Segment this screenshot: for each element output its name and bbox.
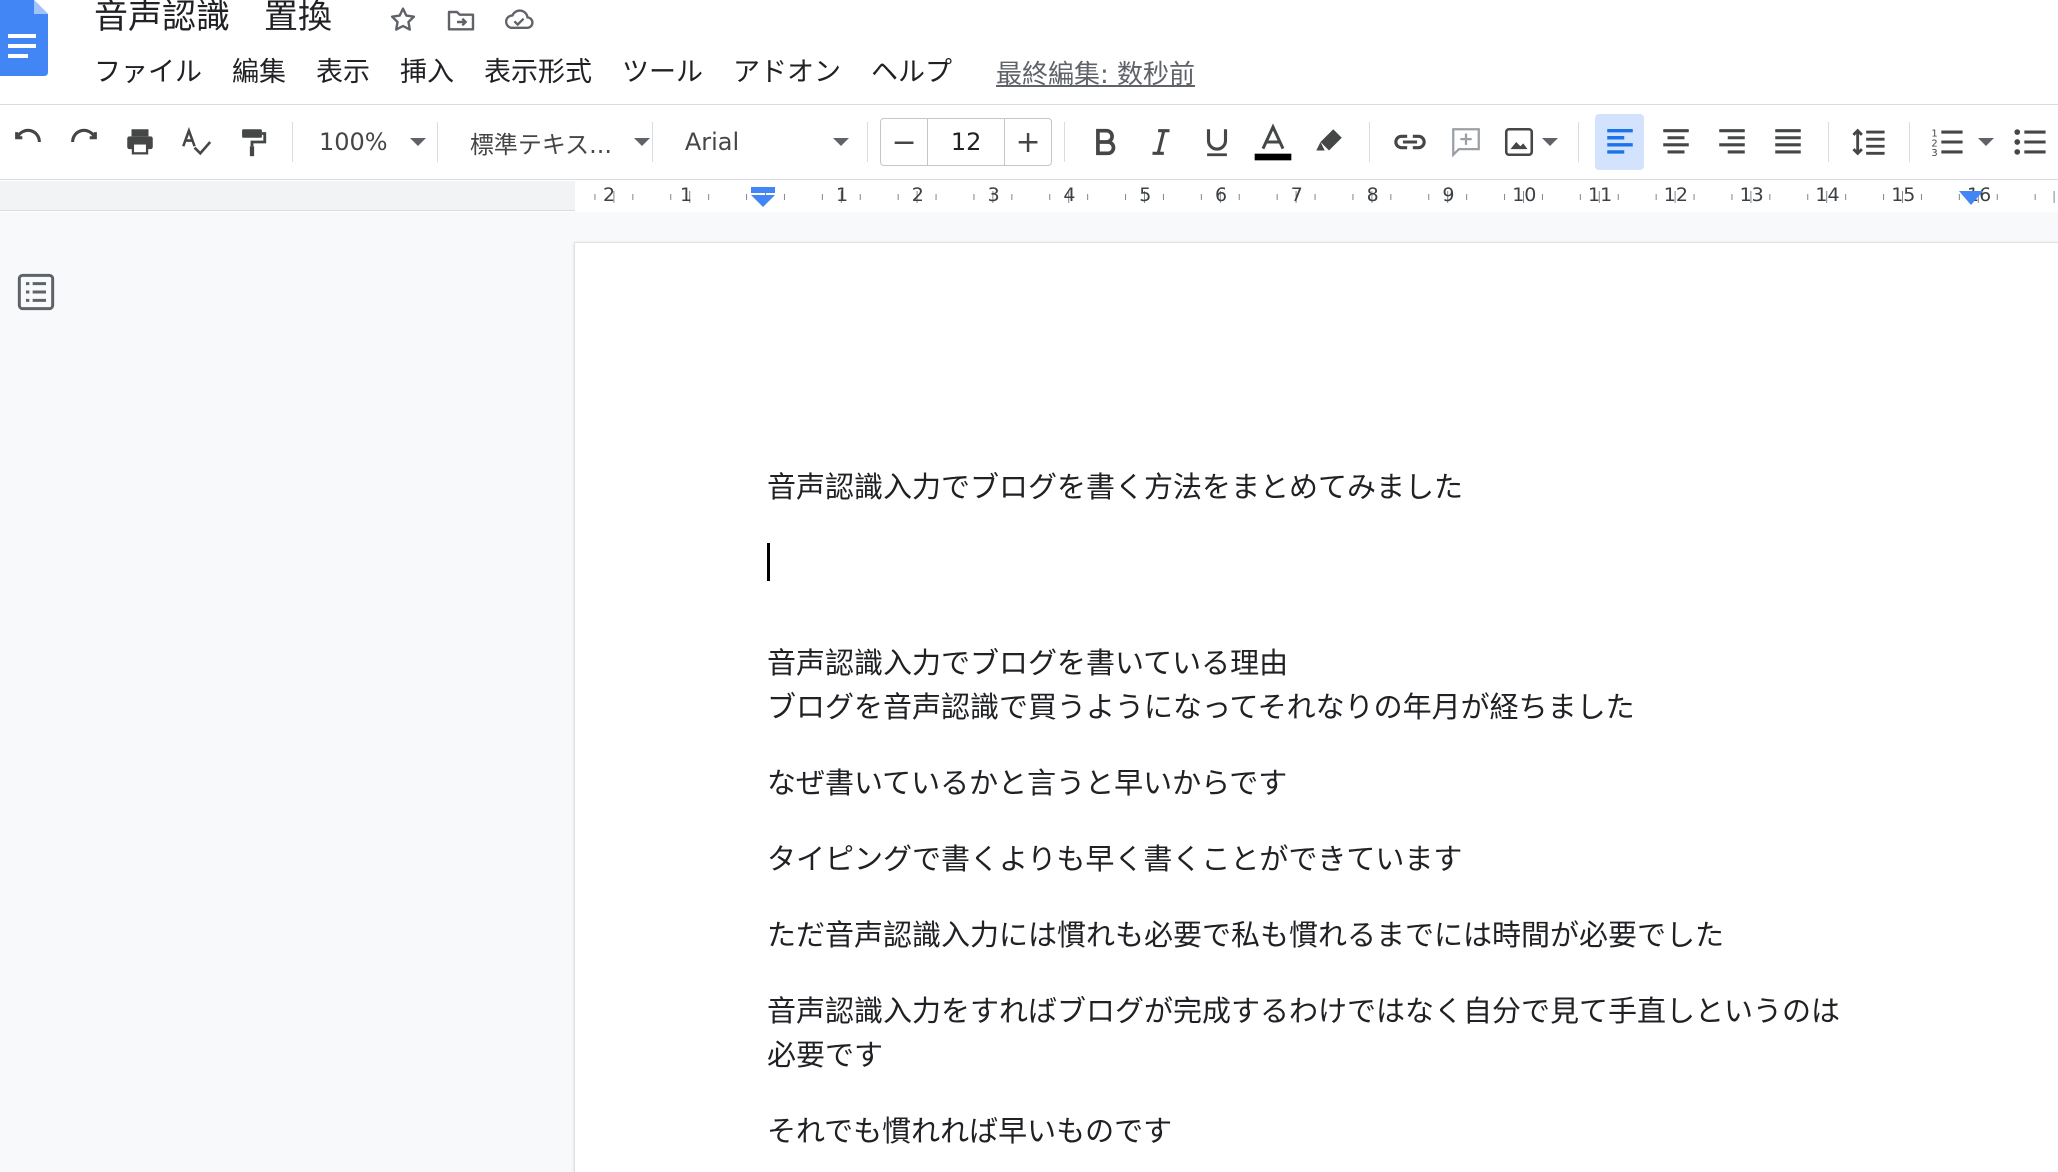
toolbar-divider xyxy=(292,122,293,162)
font-value: Arial xyxy=(684,128,740,156)
spellcheck-icon[interactable] xyxy=(172,114,220,170)
menu-tools[interactable]: ツール xyxy=(622,55,703,91)
paint-format-icon[interactable] xyxy=(228,114,276,170)
document-title[interactable]: 音声認識 置換 xyxy=(94,0,332,34)
text-cursor xyxy=(767,543,770,581)
toolbar-divider xyxy=(1828,122,1829,162)
chevron-down-icon xyxy=(1977,138,1994,146)
paragraph[interactable]: タイピングで書くよりも早く書くことができています xyxy=(767,837,1462,881)
toolbar-divider xyxy=(1578,122,1579,162)
ruler-label: 15 xyxy=(1891,184,1916,206)
align-right-icon[interactable] xyxy=(1708,114,1756,170)
paragraph[interactable]: なぜ書いているかと言うと早いからです xyxy=(767,761,1287,805)
toolbar-divider xyxy=(436,122,438,162)
toolbar: 100% 標準テキス... Arial − 12 + 1 2 3 xyxy=(0,104,2058,180)
indent-marker-icon[interactable] xyxy=(750,187,776,209)
increase-font-size-button[interactable]: + xyxy=(1005,119,1051,165)
align-justify-icon[interactable] xyxy=(1764,114,1812,170)
ruler-label: 14 xyxy=(1815,184,1840,206)
chevron-down-icon xyxy=(1542,138,1558,146)
paragraph-style-select[interactable]: 標準テキス... xyxy=(450,114,651,170)
toolbar-divider xyxy=(1909,122,1910,162)
menu-view[interactable]: 表示 xyxy=(316,55,370,91)
italic-icon[interactable] xyxy=(1137,114,1185,170)
right-indent-marker-icon[interactable] xyxy=(1958,189,1984,209)
app-header: 音声認識 置換 ファイル 編集 表示 挿入 表示形式 ツール アドオン ヘルプ … xyxy=(0,0,2058,102)
menu-format[interactable]: 表示形式 xyxy=(484,55,592,91)
chevron-down-icon xyxy=(409,138,426,146)
toolbar-divider xyxy=(651,122,653,162)
menu-insert[interactable]: 挿入 xyxy=(400,55,454,91)
docs-logo-icon[interactable] xyxy=(0,0,50,76)
svg-text:3: 3 xyxy=(1931,148,1937,159)
bold-icon[interactable] xyxy=(1081,114,1129,170)
ruler-label: 2 xyxy=(603,184,616,206)
ruler-label: 9 xyxy=(1442,184,1455,206)
document-canvas: 音声認識入力でブログを書く方法をまとめてみました 音声認識入力でブログを書いてい… xyxy=(0,212,2058,1172)
ruler-label: 1 xyxy=(680,184,693,206)
zoom-value: 100% xyxy=(318,128,388,156)
menu-edit[interactable]: 編集 xyxy=(232,55,286,91)
menu-file[interactable]: ファイル xyxy=(94,55,202,91)
paragraph-style-value: 標準テキス... xyxy=(469,130,613,159)
document-outline-icon[interactable] xyxy=(16,272,56,312)
cloud-saved-icon[interactable] xyxy=(501,2,537,38)
toolbar-divider xyxy=(867,122,869,162)
menu-help[interactable]: ヘルプ xyxy=(871,55,952,91)
toolbar-divider xyxy=(1064,122,1066,162)
paragraph[interactable]: それでも慣れれば早いものです xyxy=(767,1109,1172,1153)
bulleted-list-icon[interactable] xyxy=(2006,114,2054,170)
paragraph[interactable]: 必要です xyxy=(767,1033,883,1077)
star-icon[interactable] xyxy=(385,2,421,38)
redo-icon[interactable] xyxy=(60,114,108,170)
underline-icon[interactable] xyxy=(1193,114,1241,170)
font-size-input[interactable]: 12 xyxy=(927,119,1006,165)
highlight-color-icon[interactable] xyxy=(1305,114,1353,170)
undo-icon[interactable] xyxy=(4,114,52,170)
insert-image-icon[interactable] xyxy=(1498,114,1562,170)
ruler-label: 13 xyxy=(1739,184,1764,206)
horizontal-ruler[interactable]: 2 1 12345678910111213141516 xyxy=(0,181,2058,211)
font-select[interactable]: Arial xyxy=(665,114,855,170)
add-comment-icon[interactable] xyxy=(1442,114,1490,170)
paragraph-title[interactable]: 音声認識入力でブログを書く方法をまとめてみました xyxy=(767,465,1463,509)
ruler-label: 10 xyxy=(1512,184,1537,206)
menu-addons[interactable]: アドオン xyxy=(733,55,841,91)
ruler-label: 11 xyxy=(1588,184,1613,206)
toolbar-divider xyxy=(1369,122,1370,162)
chevron-down-icon xyxy=(634,138,651,146)
ruler-label: 8 xyxy=(1366,184,1379,206)
ruler-label: 12 xyxy=(1663,184,1688,206)
align-left-icon[interactable] xyxy=(1594,114,1645,170)
ruler-label: 3 xyxy=(987,184,1000,206)
print-icon[interactable] xyxy=(116,114,164,170)
text-color-icon[interactable] xyxy=(1249,114,1297,170)
document-page[interactable]: 音声認識入力でブログを書く方法をまとめてみました 音声認識入力でブログを書いてい… xyxy=(574,242,2058,1172)
move-to-folder-icon[interactable] xyxy=(443,2,479,38)
paragraph[interactable]: ブログを音声認識で買うようになってそれなりの年月が経ちました xyxy=(767,685,1635,729)
ruler-label: 6 xyxy=(1215,184,1228,206)
ruler-label: 4 xyxy=(1063,184,1076,206)
ruler-label: 7 xyxy=(1290,184,1303,206)
menu-bar: ファイル 編集 表示 挿入 表示形式 ツール アドオン ヘルプ 最終編集: 数秒… xyxy=(94,54,1195,91)
paragraph-heading[interactable]: 音声認識入力でブログを書いている理由 xyxy=(767,641,1288,685)
line-spacing-icon[interactable] xyxy=(1845,114,1893,170)
decrease-font-size-button[interactable]: − xyxy=(881,119,927,165)
chevron-down-icon xyxy=(833,138,850,146)
zoom-select[interactable]: 100% xyxy=(305,114,426,170)
numbered-list-icon[interactable]: 123 xyxy=(1926,114,1998,170)
ruler-label: 2 xyxy=(911,184,924,206)
paragraph[interactable]: ただ音声認識入力には慣れも必要で私も慣れるまでには時間が必要でした xyxy=(767,913,1724,957)
last-edit-link[interactable]: 最終編集: 数秒前 xyxy=(996,54,1195,91)
align-center-icon[interactable] xyxy=(1652,114,1700,170)
font-size-stepper: − 12 + xyxy=(880,118,1053,166)
insert-link-icon[interactable] xyxy=(1386,114,1434,170)
ruler-label: 1 xyxy=(836,184,849,206)
paragraph[interactable]: 音声認識入力をすればブログが完成するわけではなく自分で見て手直しというのは xyxy=(767,989,1840,1033)
ruler-label: 5 xyxy=(1139,184,1152,206)
